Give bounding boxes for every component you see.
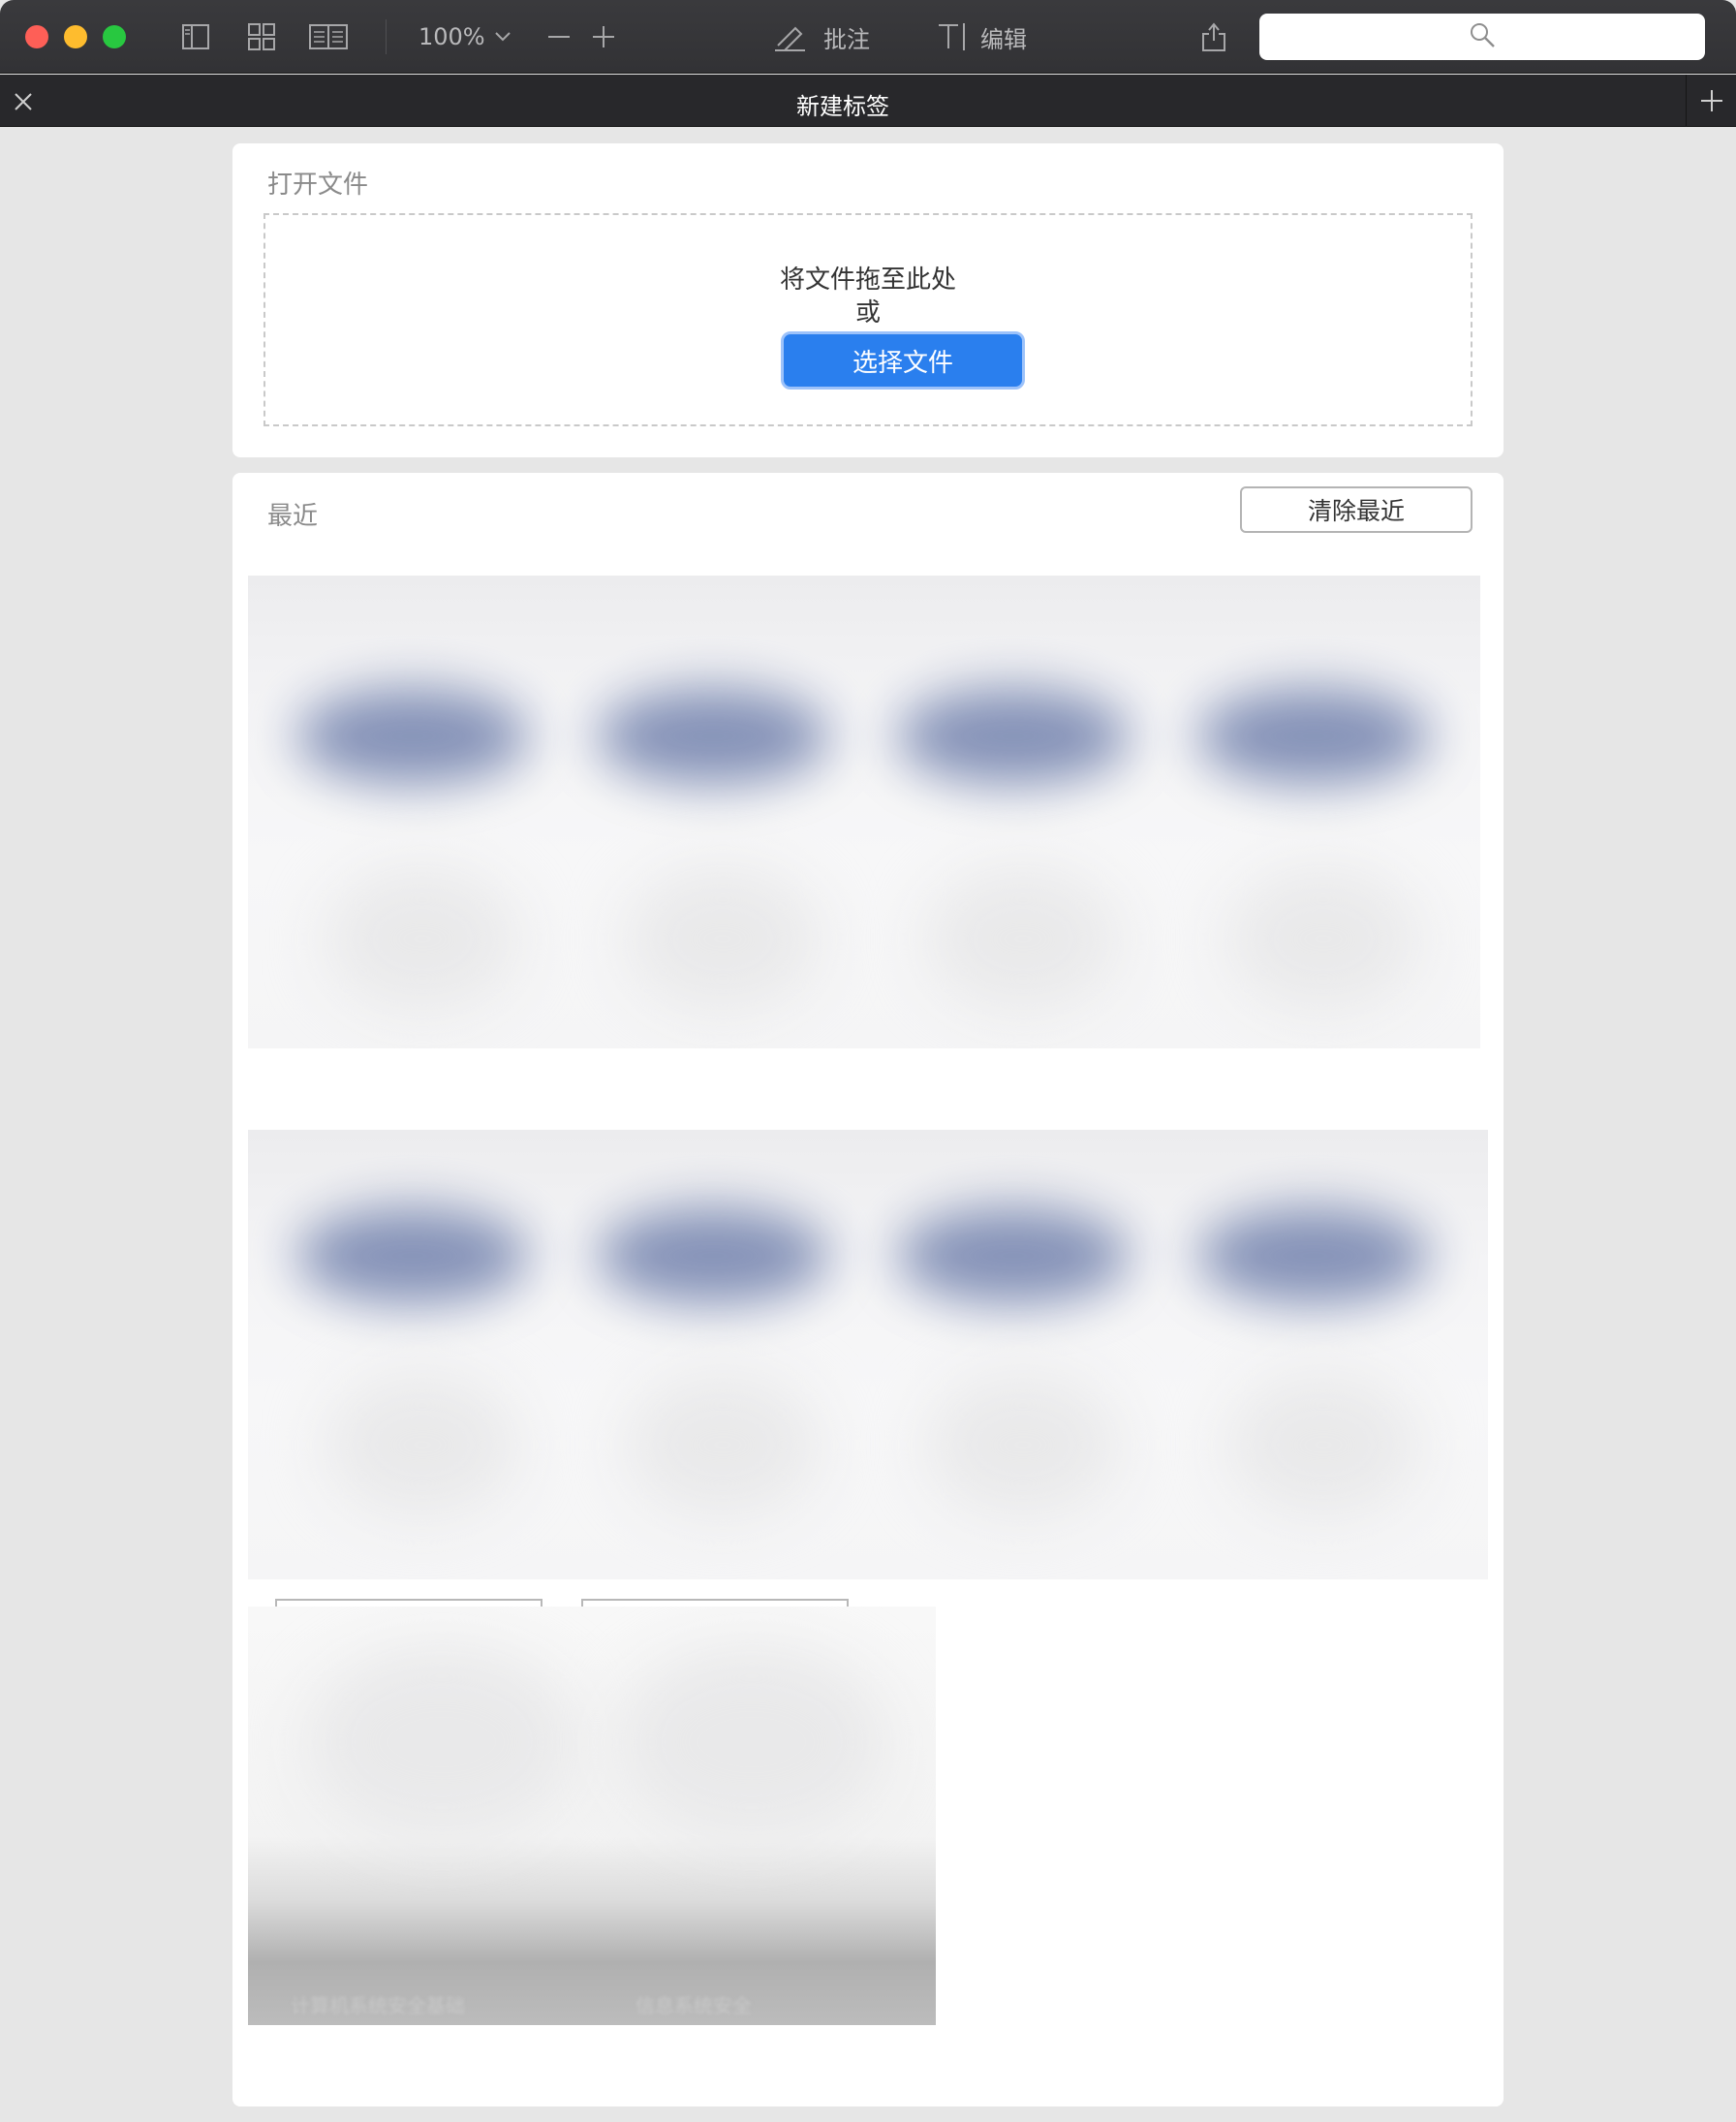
open-file-heading: 打开文件 (267, 171, 369, 200)
recent-thumbnail-row[interactable] (248, 576, 1480, 1048)
thumbnail-placeholder (306, 1645, 577, 1839)
thumbnail-placeholder (1226, 866, 1420, 1012)
recent-thumbnail[interactable] (1197, 688, 1430, 785)
or-separator-text: 或 (854, 298, 881, 328)
thumbnail-placeholder (926, 866, 1120, 1012)
two-page-view-icon[interactable] (308, 21, 349, 52)
thumbnail-placeholder (626, 866, 820, 1012)
zoom-level[interactable]: 100% (418, 21, 485, 52)
choose-file-button[interactable]: 选择文件 (781, 331, 1025, 390)
recent-files-panel: 最近 清除最近 计算机系统安全基础 信息系统安全 (232, 473, 1504, 2106)
recent-heading: 最近 (267, 502, 319, 531)
recent-thumbnail[interactable] (897, 1207, 1130, 1304)
new-tab-plus-icon[interactable] (1686, 75, 1736, 127)
recent-thumbnail[interactable] (897, 688, 1130, 785)
clear-recent-button[interactable]: 清除最近 (1240, 486, 1472, 533)
edit-button[interactable]: 编辑 (980, 21, 1027, 53)
sidebar-toggle-icon[interactable] (180, 21, 211, 52)
recent-file-name: 信息系统安全 (636, 1994, 752, 2017)
drop-instruction: 将文件拖至此处 (779, 265, 956, 295)
recent-thumbnail[interactable] (597, 688, 829, 785)
close-window-button[interactable] (25, 25, 48, 48)
zoom-in-icon[interactable] (591, 21, 616, 52)
thumbnail-placeholder (326, 1372, 519, 1517)
zoom-out-icon[interactable] (546, 21, 572, 52)
recent-thumbnail-row[interactable] (248, 1130, 1488, 1579)
thumbnail-placeholder (616, 1645, 887, 1839)
toolbar-separator (386, 19, 387, 54)
grid-view-icon[interactable] (246, 21, 277, 52)
chevron-down-icon[interactable] (492, 21, 513, 52)
search-input[interactable] (1259, 14, 1705, 60)
tab-bar: 新建标签 (0, 75, 1736, 127)
recent-thumbnail[interactable] (296, 1207, 529, 1304)
thumbnail-placeholder (926, 1372, 1120, 1517)
text-edit-icon[interactable] (936, 21, 969, 52)
recent-thumbnail-row[interactable]: 计算机系统安全基础 信息系统安全 (248, 1607, 936, 2025)
search-icon (1469, 21, 1496, 52)
open-file-panel: 打开文件 将文件拖至此处 或 选择文件 (232, 143, 1504, 457)
recent-thumbnail[interactable] (597, 1207, 829, 1304)
thumbnail-placeholder (326, 866, 519, 1012)
zoom-window-button[interactable] (103, 25, 126, 48)
minimize-window-button[interactable] (64, 25, 87, 48)
recent-thumbnail[interactable] (1197, 1207, 1430, 1304)
tab-new-tab[interactable]: 新建标签 (0, 87, 1686, 121)
thumbnail-placeholder (1226, 1372, 1420, 1517)
annotate-button[interactable]: 批注 (823, 21, 870, 53)
share-icon[interactable] (1199, 21, 1228, 52)
file-drop-zone[interactable]: 将文件拖至此处 或 选择文件 (264, 213, 1472, 426)
window-toolbar: 100% 批注 编辑 (0, 0, 1736, 74)
recent-file-name: 计算机系统安全基础 (291, 1994, 465, 2017)
annotate-pen-icon[interactable] (773, 21, 808, 52)
recent-thumbnail[interactable] (296, 688, 529, 785)
thumbnail-placeholder (626, 1372, 820, 1517)
